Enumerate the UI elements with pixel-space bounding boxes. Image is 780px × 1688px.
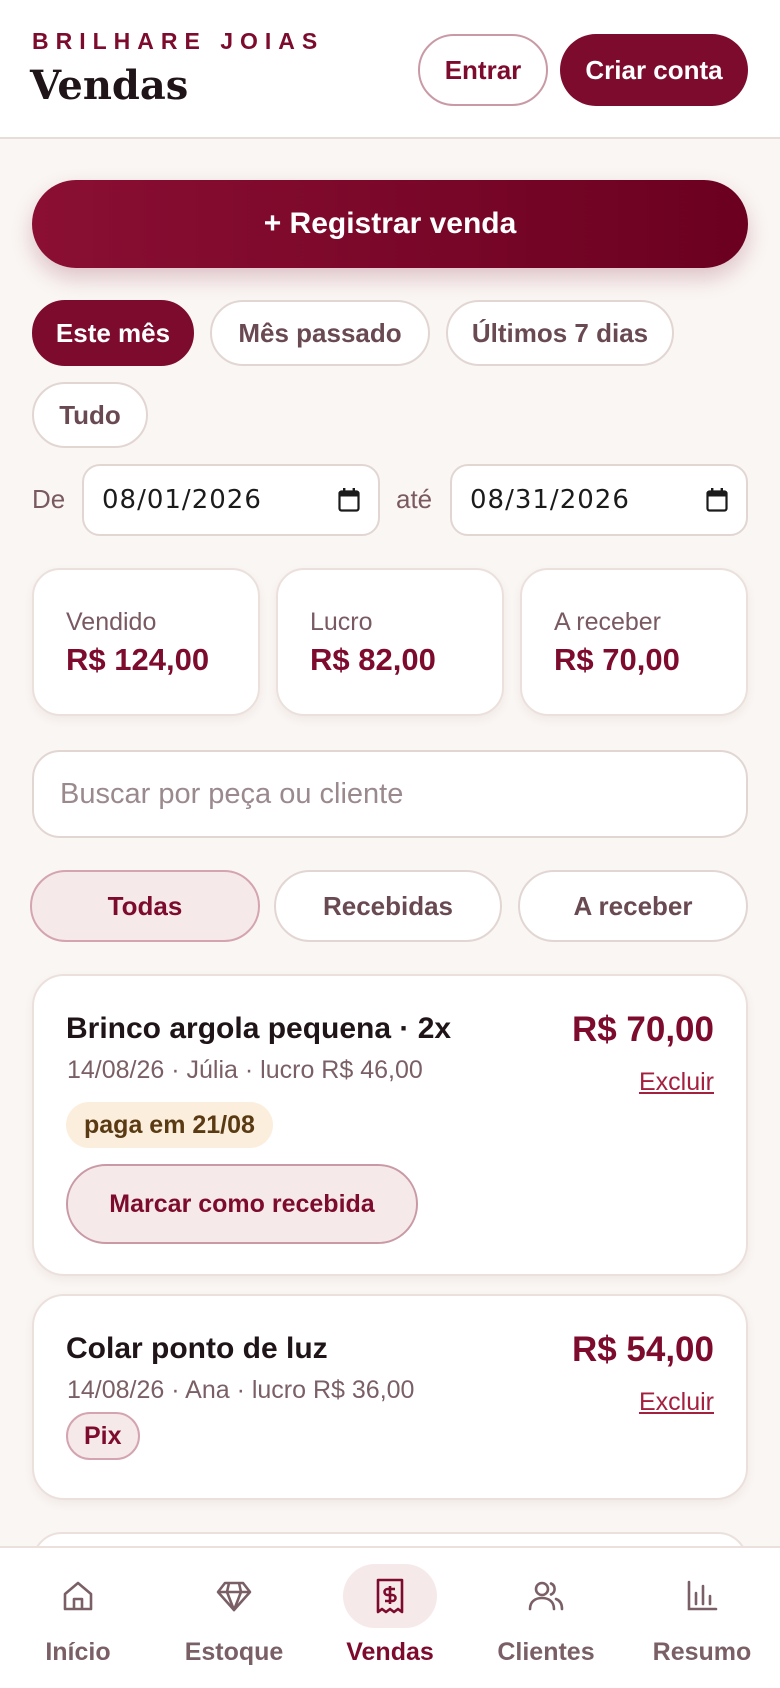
filter-receivable[interactable]: A receber (518, 870, 748, 942)
stat-label: Lucro (310, 608, 373, 636)
sale-meta: 14/08/26 · Júlia · lucro R$ 46,00 (67, 1056, 423, 1084)
login-button[interactable]: Entrar (418, 34, 548, 106)
date-to-value: 08/31/2026 (470, 485, 630, 515)
bar-chart-icon (655, 1564, 749, 1628)
mark-received-button[interactable]: Marcar como recebida (66, 1164, 418, 1244)
nav-item-clientes[interactable]: Clientes (468, 1548, 624, 1688)
nav-label: Estoque (184, 1638, 284, 1666)
nav-item-resumo[interactable]: Resumo (624, 1548, 780, 1688)
stat-value: R$ 82,00 (310, 642, 436, 677)
calendar-icon[interactable] (706, 488, 728, 512)
nav-label: Clientes (497, 1638, 595, 1666)
payment-due-badge: paga em 21/08 (66, 1102, 273, 1148)
filter-received[interactable]: Recebidas (274, 870, 502, 942)
date-from-value: 08/01/2026 (102, 485, 262, 515)
home-icon (31, 1564, 125, 1628)
calendar-icon[interactable] (338, 488, 360, 512)
sale-title: Brinco argola pequena · 2x (66, 1012, 452, 1045)
period-chip-last-month[interactable]: Mês passado (210, 300, 430, 366)
stat-card-sold: Vendido R$ 124,00 (32, 568, 260, 716)
date-from-input[interactable]: 08/01/2026 (82, 464, 380, 536)
sale-title: Colar ponto de luz (66, 1332, 328, 1365)
period-chip-this-month[interactable]: Este mês (32, 300, 194, 366)
period-chip-all[interactable]: Tudo (32, 382, 148, 448)
payment-method-badge: Pix (66, 1412, 140, 1460)
page-title: Vendas (30, 62, 189, 109)
bottom-nav: Início Estoque Vendas Clientes Resumo (0, 1546, 780, 1688)
delete-link[interactable]: Excluir (639, 1388, 714, 1417)
date-to-label: até (396, 484, 433, 514)
app-header: BRILHARE JOIAS Vendas Entrar Criar conta (0, 0, 780, 139)
search-input[interactable]: Buscar por peça ou cliente (32, 750, 748, 838)
sale-card: Colar ponto de luz 14/08/26 · Ana · lucr… (32, 1294, 748, 1500)
date-to-input[interactable]: 08/31/2026 (450, 464, 748, 536)
period-chip-last-7-days[interactable]: Últimos 7 dias (446, 300, 674, 366)
sale-price: R$ 54,00 (571, 1330, 714, 1369)
stat-value: R$ 70,00 (554, 642, 680, 677)
receipt-icon (343, 1564, 437, 1628)
nav-item-estoque[interactable]: Estoque (156, 1548, 312, 1688)
stat-card-profit: Lucro R$ 82,00 (276, 568, 504, 716)
sale-meta: 14/08/26 · Ana · lucro R$ 36,00 (67, 1376, 415, 1404)
nav-item-vendas[interactable]: Vendas (312, 1548, 468, 1688)
sale-price: R$ 70,00 (571, 1010, 714, 1049)
nav-label: Vendas (346, 1638, 434, 1666)
stat-value: R$ 124,00 (66, 642, 210, 677)
date-from-label: De (32, 484, 66, 514)
sale-card: Brinco argola pequena · 2x 14/08/26 · Jú… (32, 974, 748, 1276)
diamond-icon (187, 1564, 281, 1628)
stat-label: Vendido (66, 608, 157, 636)
nav-label: Resumo (652, 1638, 752, 1666)
signup-button[interactable]: Criar conta (560, 34, 748, 106)
delete-link[interactable]: Excluir (639, 1068, 714, 1097)
filter-all[interactable]: Todas (30, 870, 260, 942)
brand-name: BRILHARE JOIAS (32, 28, 325, 54)
stat-card-receivable: A receber R$ 70,00 (520, 568, 748, 716)
nav-label: Início (45, 1638, 111, 1666)
stat-label: A receber (554, 608, 662, 636)
register-sale-button[interactable]: + Registrar venda (32, 180, 748, 268)
users-icon (499, 1564, 593, 1628)
nav-item-inicio[interactable]: Início (0, 1548, 156, 1688)
